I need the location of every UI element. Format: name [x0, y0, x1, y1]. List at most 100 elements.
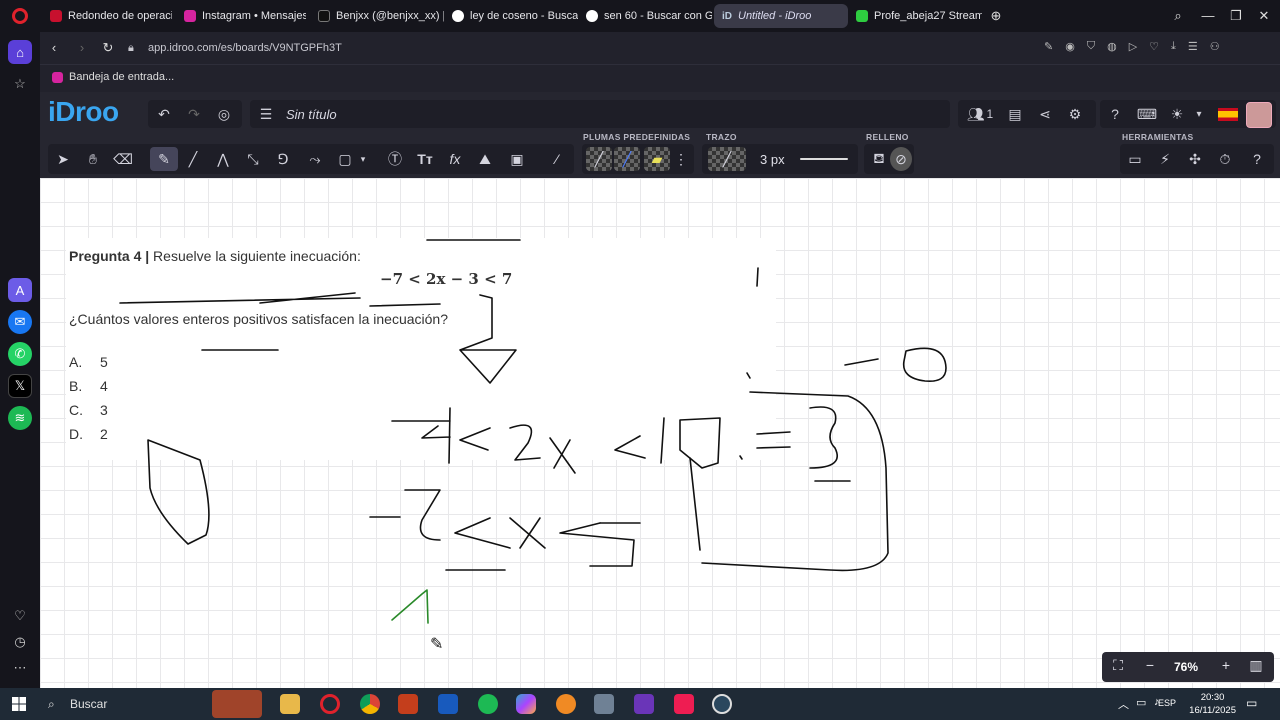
- maximize-icon[interactable]: ❐: [1226, 6, 1246, 26]
- send-icon[interactable]: ✎: [1044, 40, 1053, 53]
- pen-black-icon[interactable]: ╱: [586, 147, 612, 171]
- image-icon[interactable]: ▣: [504, 147, 530, 171]
- redo-icon[interactable]: ↷: [184, 101, 204, 127]
- idroo-logo[interactable]: iDroo: [48, 96, 119, 128]
- tab-sen60[interactable]: sen 60 - Buscar con Goog: [578, 4, 712, 28]
- bookmark-heart-icon[interactable]: ♡: [1149, 40, 1159, 53]
- app-purple-icon[interactable]: [634, 694, 654, 714]
- messenger-icon[interactable]: ✉: [8, 310, 32, 334]
- snapshot-icon[interactable]: ◉: [1065, 40, 1075, 53]
- text-box-icon[interactable]: Ⓣ: [382, 147, 408, 171]
- taskbar-search[interactable]: ⌕ Buscar: [40, 692, 200, 716]
- connector-icon[interactable]: ⤡: [240, 147, 266, 171]
- chrome-icon[interactable]: [360, 694, 380, 714]
- pinboard-icon[interactable]: ☆: [8, 72, 32, 96]
- zoom-out-icon[interactable]: −: [1140, 657, 1160, 673]
- avatar[interactable]: [1246, 102, 1272, 128]
- whiteboard-canvas[interactable]: Pregunta 4 | Resuelve la siguiente inecu…: [40, 178, 1280, 688]
- tab-redondeo[interactable]: Redondeo de operación: [42, 4, 172, 28]
- target-icon[interactable]: ◎: [214, 101, 234, 127]
- opera-icon[interactable]: [320, 694, 340, 714]
- tab-kick[interactable]: Profe_abeja27 Stream - W: [848, 4, 982, 28]
- chat-icon[interactable]: ▤: [1004, 101, 1026, 127]
- tab-tiktok[interactable]: Benjxx (@benjxx_xx) | TikT: [310, 4, 444, 28]
- no-fill-icon[interactable]: ⊘: [890, 147, 912, 171]
- timer-icon[interactable]: ⏱: [1212, 147, 1238, 171]
- chevron-down-icon[interactable]: ▾: [1190, 101, 1208, 127]
- back-icon[interactable]: ‹: [44, 38, 64, 58]
- download-icon[interactable]: ⤓: [1171, 40, 1176, 53]
- spotify-icon[interactable]: [478, 694, 498, 714]
- tab-ley-coseno[interactable]: ley de coseno - Buscar co: [444, 4, 578, 28]
- windows-start-icon[interactable]: [12, 697, 26, 711]
- close-icon[interactable]: ✕: [1254, 6, 1274, 26]
- calculator-icon[interactable]: [594, 694, 614, 714]
- keyboard-icon[interactable]: ⌨: [1136, 101, 1158, 127]
- path-icon[interactable]: ⤳: [302, 147, 328, 171]
- clock[interactable]: 20:30 16/11/2025: [1189, 691, 1236, 717]
- stroke-size[interactable]: 3 px: [760, 152, 785, 167]
- shuffle-icon[interactable]: ✣: [1182, 147, 1208, 171]
- theme-icon[interactable]: ☀: [1166, 101, 1188, 127]
- pen-icon[interactable]: ✎: [150, 147, 178, 171]
- tray-chevron-icon[interactable]: ︿: [1118, 696, 1129, 712]
- formula-icon[interactable]: fx: [442, 147, 468, 171]
- heart-icon[interactable]: ♡: [8, 604, 32, 628]
- copilot-icon[interactable]: [516, 694, 536, 714]
- city-widget-icon[interactable]: [212, 690, 262, 718]
- fill-bucket-icon[interactable]: ⛾: [866, 147, 892, 171]
- reload-icon[interactable]: ↻: [98, 38, 118, 58]
- notifications-icon[interactable]: ▭: [1246, 696, 1257, 710]
- x-icon[interactable]: 𝕏: [8, 374, 32, 398]
- chevron-down-icon[interactable]: ▾: [356, 147, 370, 171]
- eyedropper-icon[interactable]: ⁄: [544, 147, 570, 171]
- shield-icon[interactable]: ⛉: [1087, 40, 1095, 53]
- curve-icon[interactable]: ⅁: [270, 147, 296, 171]
- forward-icon[interactable]: ›: [72, 38, 92, 58]
- help-icon[interactable]: ?: [1104, 101, 1126, 127]
- eraser-icon[interactable]: ⌫: [110, 147, 136, 171]
- profile-icon[interactable]: ⚇: [1210, 40, 1220, 53]
- tab-idroo[interactable]: iD Untitled - iDroo: [714, 4, 848, 28]
- settings-icon[interactable]: ⚙: [1064, 101, 1086, 127]
- line-icon[interactable]: ╱: [180, 147, 206, 171]
- graph-icon[interactable]: ⛰: [472, 147, 498, 171]
- history-icon[interactable]: ◷: [8, 630, 32, 654]
- select-icon[interactable]: ➤: [50, 147, 76, 171]
- users-icon[interactable]: 👥︎ 1: [962, 101, 998, 127]
- menu-icon[interactable]: ☰: [256, 101, 276, 127]
- word-icon[interactable]: [438, 694, 458, 714]
- file-explorer-icon[interactable]: [280, 694, 300, 714]
- laser-icon[interactable]: ⚡︎: [1152, 147, 1178, 171]
- tiktok-icon[interactable]: [674, 694, 694, 714]
- language-indicator[interactable]: ESP: [1158, 698, 1176, 708]
- highlighter-icon[interactable]: ▰: [644, 147, 670, 171]
- presentation-icon[interactable]: ▭: [1122, 147, 1148, 171]
- home-icon[interactable]: ⌂: [8, 40, 32, 64]
- spotify-icon[interactable]: ≋: [8, 406, 32, 430]
- pen-blue-icon[interactable]: ╱: [614, 147, 640, 171]
- undo-icon[interactable]: ↶: [154, 101, 174, 127]
- more-icon[interactable]: ⋯: [8, 656, 32, 680]
- vpn-icon[interactable]: ◍: [1107, 40, 1117, 53]
- stroke-style-icon[interactable]: [800, 158, 848, 160]
- minimize-icon[interactable]: —: [1198, 6, 1218, 26]
- text-icon[interactable]: Tт: [412, 147, 438, 171]
- bookmark-instagram[interactable]: Bandeja de entrada...: [52, 71, 174, 83]
- url-field[interactable]: 🔒︎ app.idroo.com/es/boards/V9NTGPFh3T: [120, 37, 1040, 59]
- new-tab-icon[interactable]: ⊕: [986, 6, 1006, 26]
- vlc-icon[interactable]: [556, 694, 576, 714]
- spain-flag-icon[interactable]: [1218, 108, 1238, 121]
- steam-icon[interactable]: [712, 694, 732, 714]
- network-icon[interactable]: ▭: [1136, 696, 1146, 709]
- tab-instagram[interactable]: Instagram • Mensajes: [176, 4, 306, 28]
- opera-logo-icon[interactable]: [12, 8, 28, 24]
- help-icon[interactable]: ?: [1244, 147, 1270, 171]
- more-pens-icon[interactable]: ⋮: [674, 147, 688, 171]
- share-icon[interactable]: ⋖: [1034, 101, 1056, 127]
- powerpoint-icon[interactable]: [398, 694, 418, 714]
- fullscreen-icon[interactable]: ⛶: [1108, 657, 1128, 674]
- menu-icon[interactable]: ☰: [1188, 40, 1198, 53]
- map-icon[interactable]: ▥: [1246, 657, 1266, 674]
- search-tabs-icon[interactable]: ⌕: [1168, 6, 1188, 26]
